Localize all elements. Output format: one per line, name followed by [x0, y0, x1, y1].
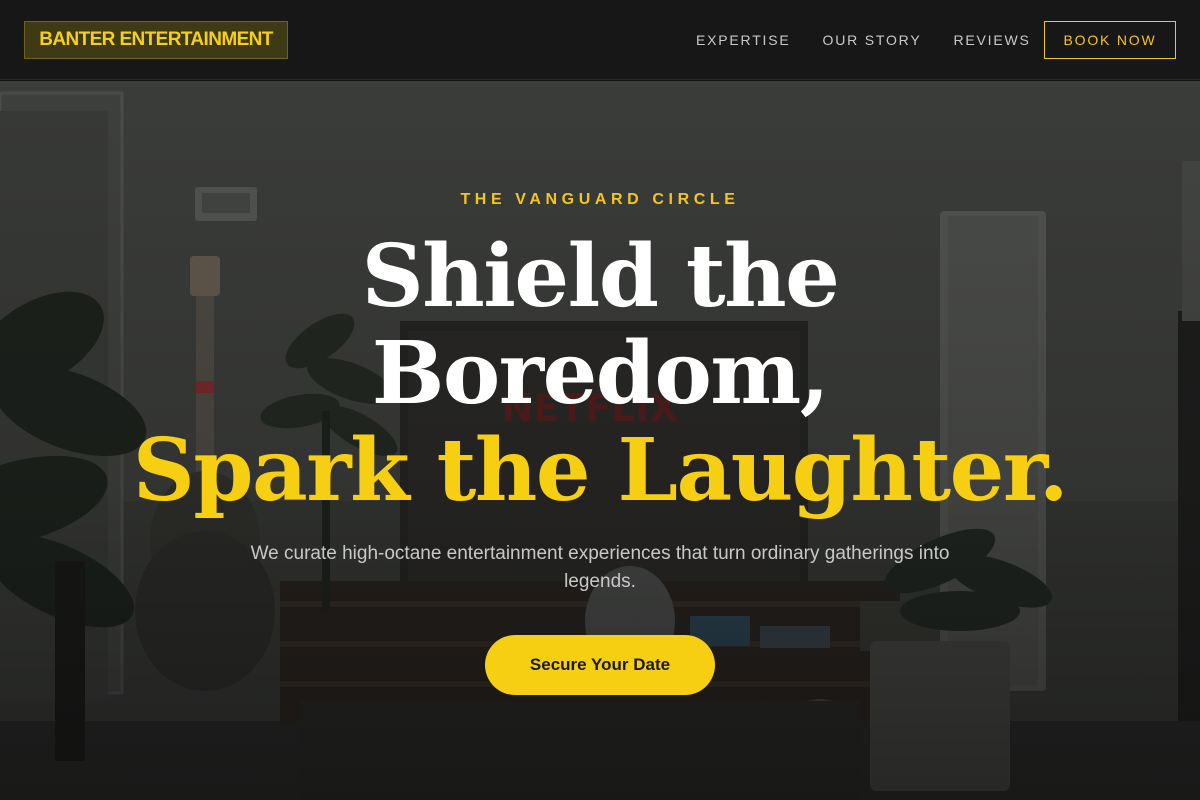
headline-line-2: Boredom, — [371, 323, 830, 424]
nav-link-reviews[interactable]: REVIEWS — [937, 31, 1046, 49]
book-now-button[interactable]: BOOK NOW — [1044, 21, 1176, 59]
secure-date-button[interactable]: Secure Your Date — [485, 635, 715, 695]
nav-link-our-story[interactable]: OUR STORY — [807, 31, 938, 49]
hero-eyebrow: THE VANGUARD CIRCLE — [460, 191, 740, 208]
headline-line-1: Shield the — [361, 226, 840, 327]
headline-line-3: Spark the Laughter. — [132, 420, 1069, 521]
brand-logo[interactable]: BANTER ENTERTAINMENT — [24, 21, 288, 59]
nav-link-expertise[interactable]: EXPERTISE — [680, 31, 807, 49]
main-nav: EXPERTISE OUR STORY REVIEWS — [680, 31, 1047, 49]
hero-headline: Shield the Boredom, Spark the Laughter. — [0, 228, 1200, 519]
top-navbar: BANTER ENTERTAINMENT EXPERTISE OUR STORY… — [0, 0, 1200, 80]
hero-subtitle: We curate high-octane entertainment expe… — [250, 543, 950, 592]
